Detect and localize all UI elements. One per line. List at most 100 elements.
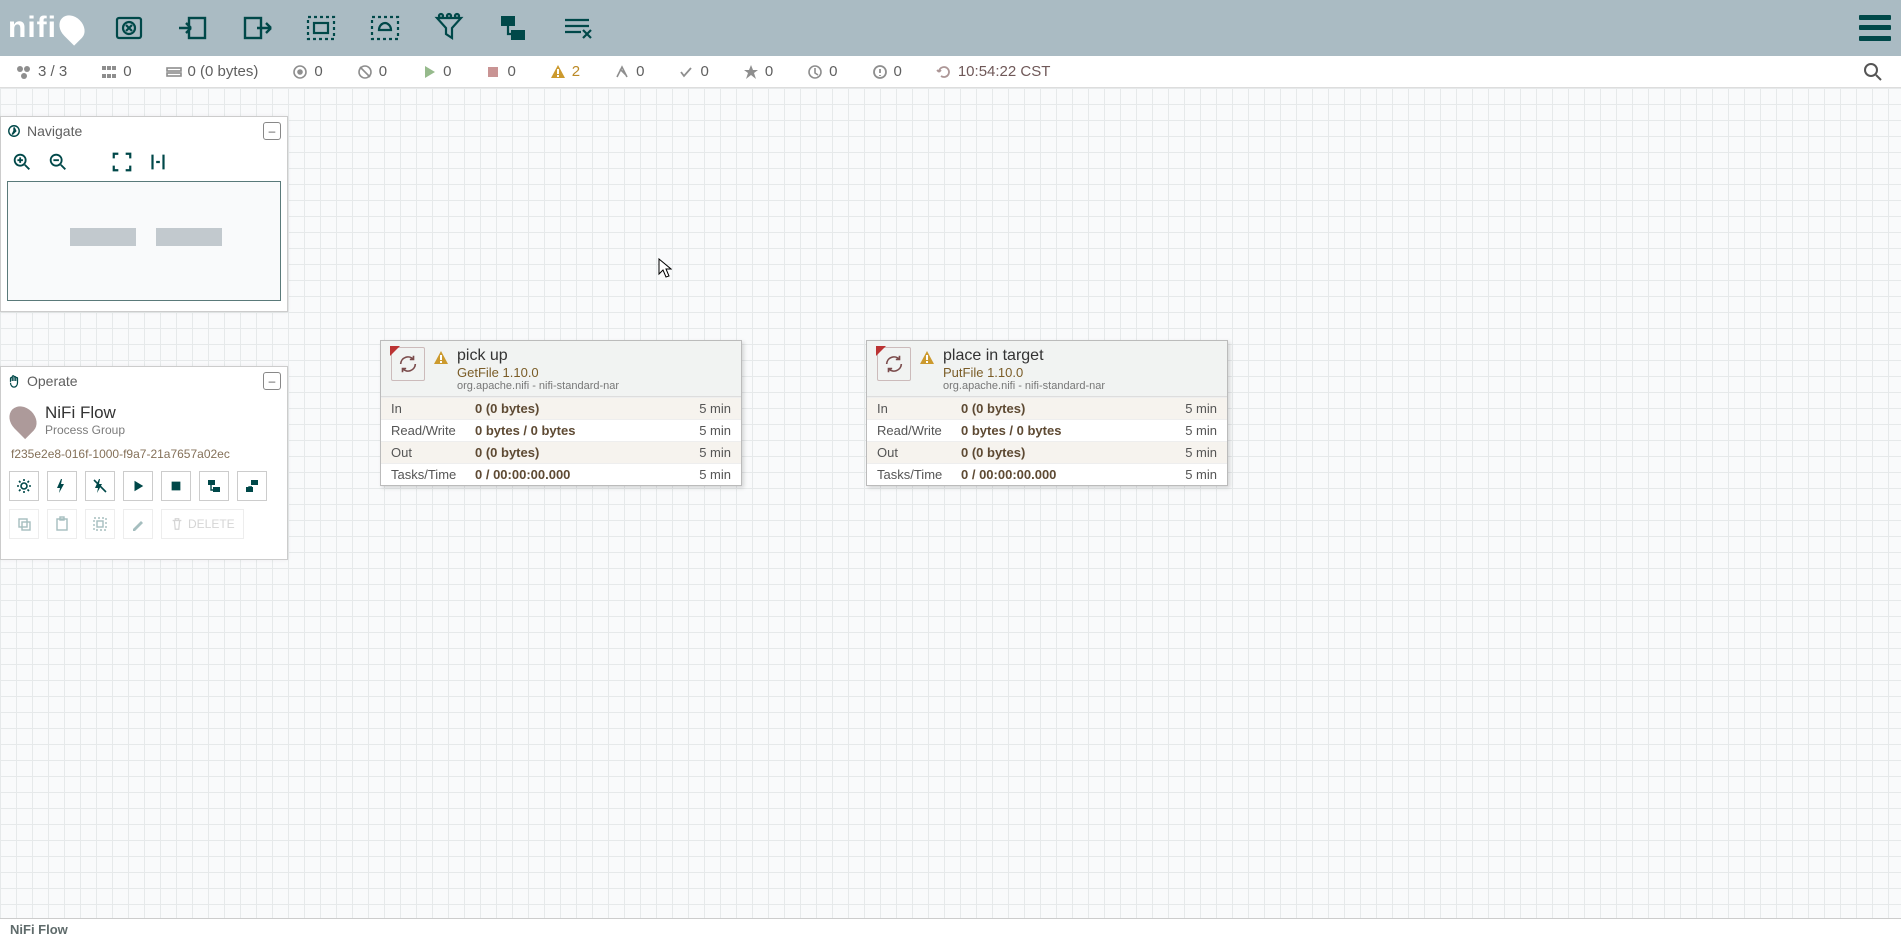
zoom-actual-icon[interactable] [147, 151, 169, 173]
status-value: 2 [572, 63, 580, 80]
stat-time: 5 min [699, 401, 731, 416]
operate-flow-id: f235e2e8-016f-1000-f9a7-21a7657a02ec [9, 441, 279, 471]
collapse-operate-button[interactable]: – [263, 372, 281, 390]
status-locally-modified: 0 [743, 63, 773, 80]
upload-template-button[interactable] [237, 471, 267, 501]
stat-time: 5 min [1185, 423, 1217, 438]
global-menu-icon[interactable] [1859, 12, 1891, 44]
operate-title: Operate [27, 373, 78, 389]
drag-processor-icon[interactable] [111, 10, 147, 46]
processor-bundle: org.apache.nifi - nifi-standard-nar [457, 380, 619, 392]
stat-time: 5 min [699, 445, 731, 460]
status-value: 0 [894, 63, 902, 80]
birdseye-view[interactable] [7, 181, 281, 301]
process-group-icon [4, 401, 42, 439]
stat-time: 5 min [699, 423, 731, 438]
drag-input-port-icon[interactable] [175, 10, 211, 46]
enable-button[interactable] [47, 471, 77, 501]
stat-time: 5 min [1185, 401, 1217, 416]
stat-time: 5 min [699, 467, 731, 482]
search-icon[interactable] [1861, 60, 1885, 84]
zoom-fit-icon[interactable] [111, 151, 133, 173]
navigate-panel: Navigate – [0, 116, 288, 312]
configure-button[interactable] [9, 471, 39, 501]
stat-label: In [877, 401, 961, 416]
stat-label: Out [877, 445, 961, 460]
start-button[interactable] [123, 471, 153, 501]
collapse-navigate-button[interactable]: – [263, 122, 281, 140]
stat-value: 0 (0 bytes) [475, 401, 699, 416]
processor-stat-row: Out 0 (0 bytes) 5 min [867, 441, 1227, 463]
status-value: 0 [443, 63, 451, 80]
drag-label-icon[interactable] [559, 10, 595, 46]
stat-label: Read/Write [391, 423, 475, 438]
delete-button: DELETE [161, 509, 244, 539]
processor-type-icon [877, 347, 911, 381]
status-value: 0 [507, 63, 515, 80]
status-threads: 0 [101, 63, 131, 80]
compass-icon [7, 124, 21, 138]
flow-canvas[interactable]: Navigate – Operate – NiFi Flow [0, 88, 1901, 918]
operate-flow-name: NiFi Flow [45, 403, 125, 423]
drag-output-port-icon[interactable] [239, 10, 275, 46]
status-value: 0 [636, 63, 644, 80]
processor-type-icon [391, 347, 425, 381]
processor-type: PutFile 1.10.0 [943, 365, 1105, 380]
status-disabled: 0 [614, 63, 644, 80]
stat-value: 0 (0 bytes) [961, 401, 1185, 416]
color-button [123, 509, 153, 539]
status-last-refresh: 10:54:22 CST [936, 63, 1051, 80]
stat-value: 0 bytes / 0 bytes [961, 423, 1185, 438]
stat-value: 0 / 00:00:00.000 [475, 467, 699, 482]
processor-bundle: org.apache.nifi - nifi-standard-nar [943, 380, 1105, 392]
status-value: 10:54:22 CST [958, 63, 1051, 80]
status-bar: 3 / 3 0 0 (0 bytes) 0 0 0 0 2 0 0 0 [0, 56, 1901, 88]
stat-label: Read/Write [877, 423, 961, 438]
zoom-out-icon[interactable] [47, 151, 69, 173]
processor-stat-row: Read/Write 0 bytes / 0 bytes 5 min [867, 419, 1227, 441]
processor-stat-row: Tasks/Time 0 / 00:00:00.000 5 min [381, 463, 741, 485]
delete-label: DELETE [188, 517, 235, 531]
drag-remote-process-group-icon[interactable] [367, 10, 403, 46]
drag-process-group-icon[interactable] [303, 10, 339, 46]
breadcrumb-root[interactable]: NiFi Flow [10, 922, 68, 937]
stat-label: Tasks/Time [877, 467, 961, 482]
create-template-button[interactable] [199, 471, 229, 501]
status-up-to-date: 0 [678, 63, 708, 80]
status-queued: 0 (0 bytes) [166, 63, 259, 80]
paste-button [47, 509, 77, 539]
stat-label: Out [391, 445, 475, 460]
drag-template-icon[interactable] [495, 10, 531, 46]
status-value: 0 [123, 63, 131, 80]
stop-button[interactable] [161, 471, 191, 501]
operate-flow-type: Process Group [45, 423, 125, 437]
mouse-cursor-icon [658, 258, 672, 278]
processor-name: place in target [943, 347, 1105, 365]
copy-button [9, 509, 39, 539]
disable-button[interactable] [85, 471, 115, 501]
status-active-nodes: 3 / 3 [16, 63, 67, 80]
status-stopped: 0 [485, 63, 515, 80]
stat-time: 5 min [1185, 445, 1217, 460]
nifi-logo: nifi [8, 11, 83, 45]
processor-place-in-target[interactable]: place in target PutFile 1.10.0 org.apach… [866, 340, 1228, 486]
hand-icon [7, 374, 21, 388]
breadcrumb-bar: NiFi Flow [0, 918, 1901, 942]
drag-funnel-icon[interactable] [431, 10, 467, 46]
stat-label: In [391, 401, 475, 416]
stat-value: 0 (0 bytes) [475, 445, 699, 460]
status-value: 0 [379, 63, 387, 80]
status-running: 0 [421, 63, 451, 80]
processor-stat-row: In 0 (0 bytes) 5 min [867, 397, 1227, 419]
processor-stat-row: In 0 (0 bytes) 5 min [381, 397, 741, 419]
stat-time: 5 min [1185, 467, 1217, 482]
processor-pick-up[interactable]: pick up GetFile 1.10.0 org.apache.nifi -… [380, 340, 742, 486]
processor-stat-row: Tasks/Time 0 / 00:00:00.000 5 min [867, 463, 1227, 485]
status-value: 0 [829, 63, 837, 80]
status-invalid: 2 [550, 63, 580, 80]
navigate-title: Navigate [27, 123, 82, 139]
status-not-transmitting: 0 [357, 63, 387, 80]
status-value: 0 [765, 63, 773, 80]
zoom-in-icon[interactable] [11, 151, 33, 173]
processor-stat-row: Out 0 (0 bytes) 5 min [381, 441, 741, 463]
